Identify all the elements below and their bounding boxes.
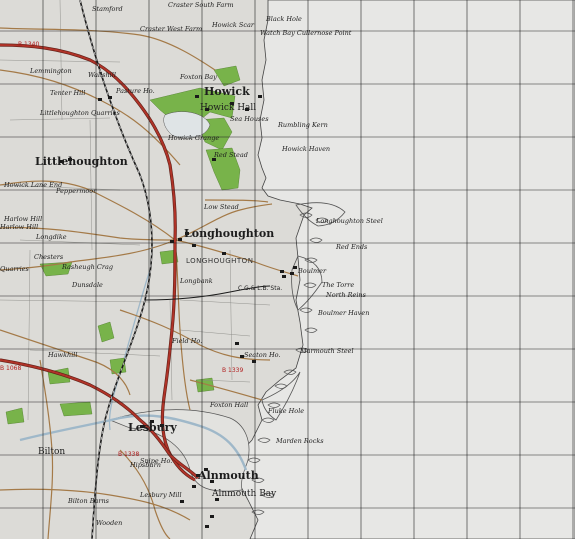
building <box>192 485 196 488</box>
building <box>205 108 209 111</box>
building <box>230 102 234 105</box>
building <box>98 98 102 101</box>
building <box>293 266 297 269</box>
building <box>108 96 112 99</box>
building <box>290 272 294 275</box>
os-map-viewport[interactable]: Howick Howick Hall Littlehoughton Longhough… <box>0 0 575 539</box>
building <box>204 468 208 471</box>
building <box>222 252 226 255</box>
building <box>235 342 239 345</box>
woodland <box>59 401 93 417</box>
building <box>68 158 72 161</box>
building <box>178 238 182 241</box>
building <box>170 240 174 243</box>
building <box>140 425 144 428</box>
building <box>185 232 189 235</box>
building <box>60 160 64 163</box>
building <box>240 355 244 358</box>
building <box>195 95 199 98</box>
building <box>160 424 164 427</box>
building <box>196 474 200 477</box>
building <box>180 500 184 503</box>
building <box>245 108 249 111</box>
building <box>280 270 284 273</box>
building <box>252 360 256 363</box>
building <box>210 515 214 518</box>
building <box>215 498 219 501</box>
building <box>192 244 196 247</box>
building <box>282 275 286 278</box>
building <box>205 525 209 528</box>
building <box>258 95 262 98</box>
building <box>212 158 216 161</box>
building <box>150 420 154 423</box>
building <box>210 480 214 483</box>
map-base-layer <box>0 0 575 539</box>
